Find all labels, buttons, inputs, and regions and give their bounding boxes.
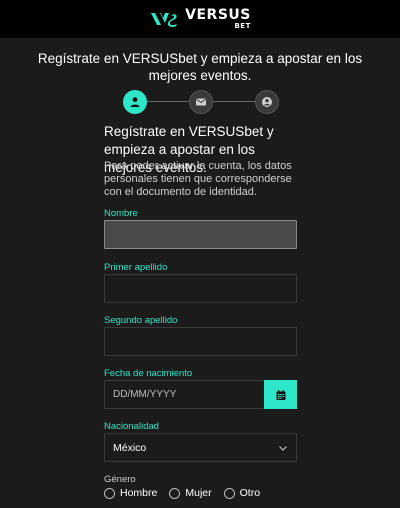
calendar-button[interactable] — [264, 380, 297, 409]
intro-text: Regístrate en VERSUSbet y empieza a apos… — [37, 51, 363, 83]
registration-stepper — [123, 90, 279, 114]
nacionalidad-label: Nacionalidad — [104, 421, 159, 432]
radio-hombre[interactable]: Hombre — [104, 487, 157, 499]
chevron-down-icon — [279, 445, 287, 451]
radio-circle[interactable] — [104, 487, 115, 499]
step-3-profile[interactable] — [255, 90, 279, 114]
logo-main-text: VERSUS — [185, 7, 251, 23]
primer-apellido-label: Primer apellido — [104, 262, 168, 273]
step-connector — [147, 101, 189, 102]
radio-circle[interactable] — [169, 487, 181, 499]
segundo-apellido-input[interactable] — [104, 327, 297, 356]
logo-sub-text: BET — [234, 22, 251, 30]
primer-apellido-input[interactable] — [104, 274, 297, 303]
fecha-placeholder: DD/MM/YYYY — [113, 389, 177, 400]
radio-mujer[interactable]: Mujer — [169, 487, 212, 499]
step-2-contact[interactable] — [189, 90, 213, 114]
versus-logo-icon — [151, 13, 178, 27]
nacionalidad-select[interactable]: México — [104, 433, 297, 462]
nacionalidad-value: México — [113, 441, 147, 454]
segundo-apellido-label: Segundo apellido — [104, 315, 178, 326]
fecha-nacimiento-input[interactable]: DD/MM/YYYY — [104, 380, 264, 409]
form-description: Para poder activar la cuenta, los datos … — [104, 160, 292, 198]
radio-mujer-label: Mujer — [185, 487, 212, 499]
radio-circle[interactable] — [223, 487, 235, 499]
nombre-input[interactable] — [104, 220, 297, 249]
user-icon — [130, 97, 140, 107]
calendar-icon — [276, 389, 285, 400]
radio-otro-label: Otro — [239, 487, 261, 499]
genero-radio-group: Hombre Mujer Otro — [104, 487, 260, 499]
step-1-personal-data[interactable] — [123, 90, 147, 114]
genero-label: Género — [104, 474, 136, 485]
mail-icon — [196, 98, 206, 106]
logo-text: VERSUS BET — [185, 8, 251, 30]
radio-otro[interactable]: Otro — [223, 487, 261, 499]
top-bar: VERSUS BET — [0, 0, 400, 38]
versus-bet-logo[interactable]: VERSUS BET — [149, 8, 251, 30]
nombre-label: Nombre — [104, 208, 138, 219]
step-connector — [213, 101, 255, 102]
radio-hombre-label: Hombre — [120, 487, 158, 499]
profile-icon — [262, 97, 272, 107]
fecha-nacimiento-label: Fecha de nacimiento — [104, 368, 193, 379]
